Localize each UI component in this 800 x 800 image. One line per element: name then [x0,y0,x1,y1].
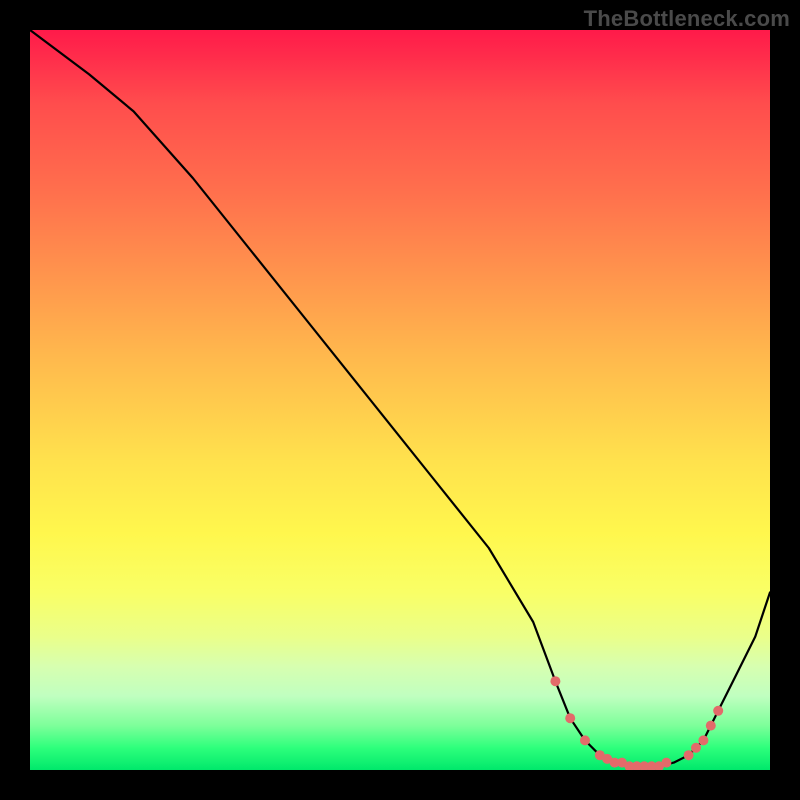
curve-marker [698,735,708,745]
curve-marker [713,706,723,716]
curve-marker [580,735,590,745]
marker-group [550,676,723,770]
plot-area [30,30,770,770]
bottleneck-curve-path [30,30,770,766]
curve-marker [691,743,701,753]
curve-marker [550,676,560,686]
curve-marker [661,758,671,768]
curve-marker [684,750,694,760]
curve-marker [706,721,716,731]
watermark-label: TheBottleneck.com [584,6,790,32]
chart-frame: TheBottleneck.com [0,0,800,800]
bottleneck-curve-svg [30,30,770,770]
curve-marker [565,713,575,723]
